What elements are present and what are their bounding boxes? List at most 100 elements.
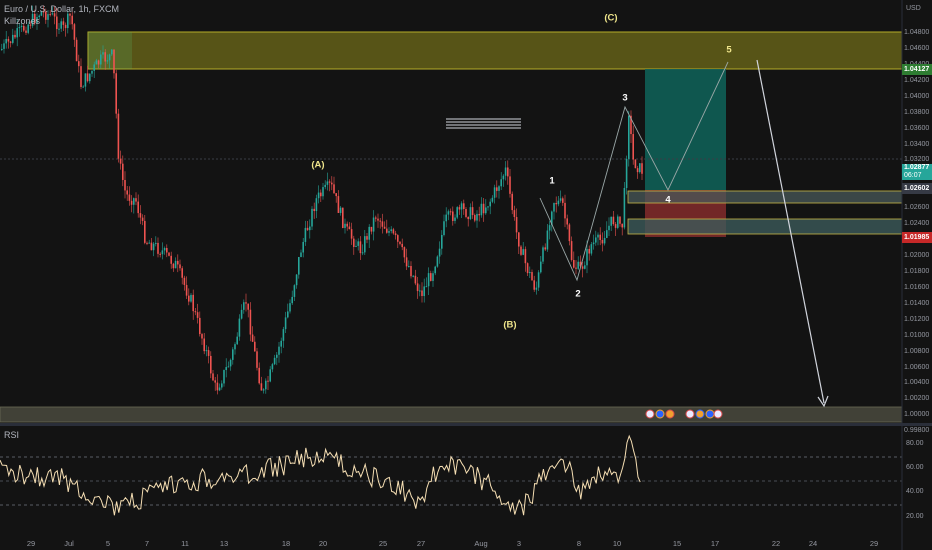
current-price-tag: 1.02877 06:07 [902,164,932,180]
candle-body [16,28,18,38]
candle-body [146,242,148,244]
time-tick-label: 29 [869,539,879,548]
candle-body [212,373,214,381]
candle-body [60,21,62,29]
candle-body [489,201,491,207]
candle-body [608,225,610,231]
time-tick-label: 10 [612,539,622,548]
event-flag-icon[interactable] [665,409,675,419]
wave-label-3[interactable]: 3 [622,93,627,104]
candle-body [526,263,529,274]
demand-box-lower[interactable] [627,218,903,235]
candle-body [174,260,177,269]
candle-body [311,208,313,227]
price-tick-label: 1.00400 [904,379,930,387]
wave-label-A[interactable]: (A) [311,160,324,171]
candle-body [612,216,615,225]
price-tick-label: 1.02000 [904,252,930,260]
candle-body [84,73,87,87]
candle-body [203,338,205,352]
rsi-pane-title[interactable]: RSI [4,430,19,440]
price-tick-label: 1.01000 [904,331,930,339]
candle-body [82,86,84,88]
candle-body [166,247,168,253]
candle-body [9,41,12,43]
pane-divider[interactable] [0,423,932,426]
candle-body [432,273,434,281]
candle-body [625,158,628,188]
candle-body [564,202,566,219]
horizontal-lines-marker[interactable] [446,118,521,129]
candle-body [408,266,410,268]
candle-body [313,208,315,212]
price-tick-label: 1.04200 [904,76,930,84]
wave-label-C[interactable]: (C) [604,13,617,24]
wave-label-B[interactable]: (B) [503,320,516,331]
candle-body [377,218,379,221]
candle-body [80,66,82,87]
time-tick-label: 7 [144,539,150,548]
rsi-line[interactable] [0,434,641,516]
wave-label-5[interactable]: 5 [726,45,731,56]
candle-body [284,317,287,330]
tradingview-chart[interactable]: Euro / U.S. Dollar, 1h, FXCM Killzones R… [0,0,932,550]
bottom-support-zone[interactable] [0,406,903,423]
wave-label-2[interactable]: 2 [575,289,580,300]
event-flag-icon[interactable] [685,409,695,419]
candle-body [423,286,425,297]
candle-body [559,198,562,201]
event-flag-icon[interactable] [713,409,723,419]
price-tick-label: 1.01400 [904,299,930,307]
event-flag-icon[interactable] [645,409,655,419]
candle-body [260,383,263,391]
wave-label-4[interactable]: 4 [665,195,670,206]
price-tick-label: 1.02400 [904,220,930,228]
candle-body [524,249,527,264]
rsi-tick-label: 20.00 [906,513,924,520]
candle-body [478,213,480,216]
candle-body [597,234,599,238]
candle-body [366,236,368,240]
symbol-title[interactable]: Euro / U.S. Dollar, 1h, FXCM [4,4,119,14]
candle-body [170,255,172,264]
candle-body [469,207,472,220]
supply-zone[interactable] [87,31,903,70]
candle-body [344,223,346,228]
candle-body [113,49,115,74]
event-flag-icon[interactable] [655,409,665,419]
candle-body [628,115,630,159]
candle-body [581,266,584,269]
candle-body [309,226,311,231]
candle-body [520,246,522,255]
event-flag-icon[interactable] [695,409,705,419]
long-position-target-area[interactable] [645,69,726,190]
candle-body [419,290,421,292]
candle-body [161,250,164,255]
candle-body [183,277,186,285]
candle-body [100,54,102,65]
price-tick-label: 1.01600 [904,283,930,291]
candle-body [317,192,320,199]
candle-body [190,294,192,302]
candle-body [632,134,634,160]
candle-body [588,248,590,254]
event-flag-icon[interactable] [705,409,715,419]
candle-body [606,230,608,238]
candle-body [25,30,27,33]
price-tick-label: 1.04800 [904,29,930,36]
candle-body [315,198,318,212]
time-tick-label: 11 [181,539,189,548]
candle-body [599,234,601,240]
candle-body [634,159,637,169]
candle-body [346,223,348,227]
candle-body [56,16,58,30]
candle-body [566,218,568,225]
candle-body [370,226,373,232]
wave-label-1[interactable]: 1 [549,176,554,187]
target-price-tag: 1.04127 [902,64,932,75]
price-chart[interactable] [0,0,932,550]
indicator-legend-killzones[interactable]: Killzones [4,16,40,26]
candle-body [361,252,364,254]
candle-body [577,261,579,269]
candle-body [592,242,595,245]
